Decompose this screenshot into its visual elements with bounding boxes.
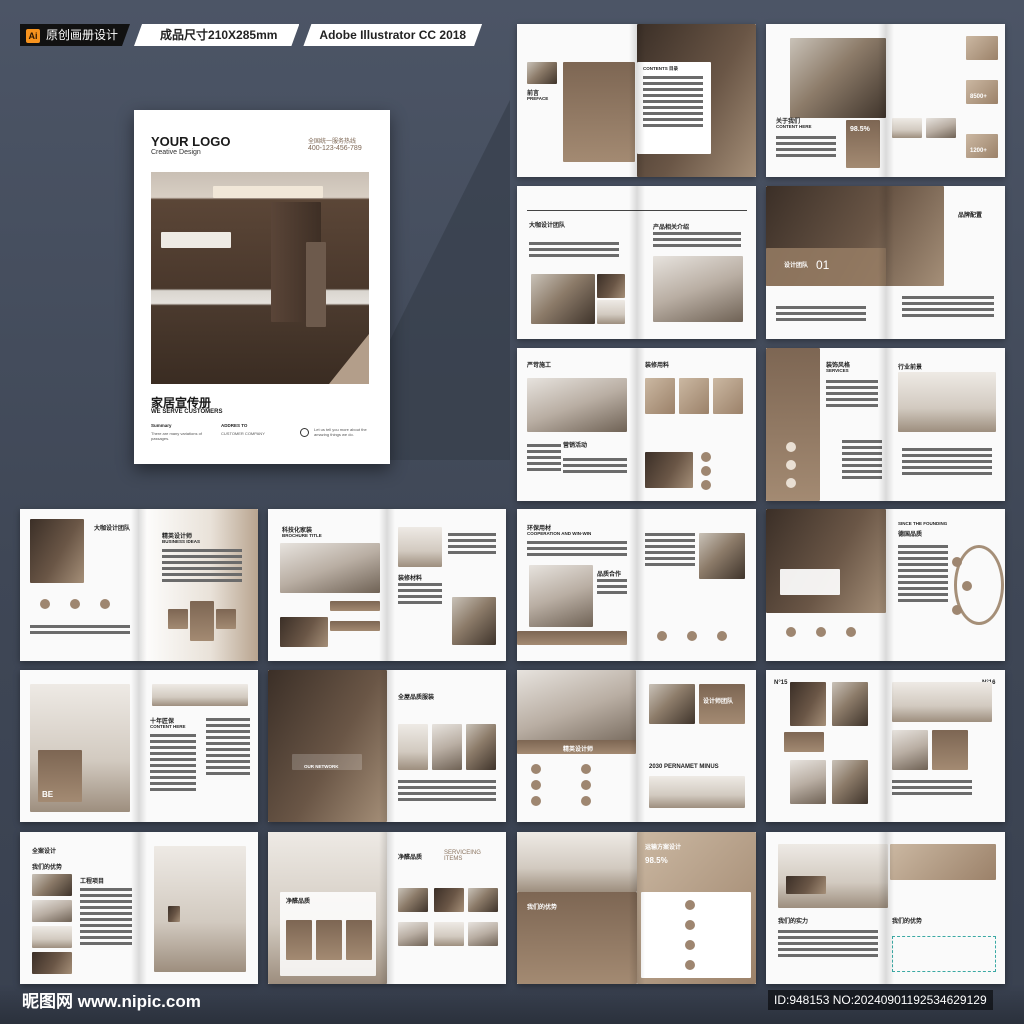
header-badge-3: Adobe Illustrator CC 2018 <box>303 24 482 46</box>
spread-subheading: 我们的优势 <box>892 919 923 925</box>
spread-label: 营销活动 <box>563 443 588 449</box>
spread-subheading: PREFACE <box>527 96 549 101</box>
spread-subheading: 设计师团队 <box>703 699 734 705</box>
spread-heading: 设计团队 <box>784 263 809 269</box>
spread-transport: 我们的优势 运输方案设计 98.5% <box>517 832 756 984</box>
header-bar: Ai 原创画册设计 成品尺寸210X285mm Adobe Illustrator… <box>20 24 482 46</box>
spread-label: BE <box>42 790 54 799</box>
spread-subheading: 净醛品质 <box>398 855 423 861</box>
cover-contact-label: 全国统一服务热线 <box>308 139 357 145</box>
spread-heading: 运输方案设计 <box>645 845 682 851</box>
spread-services: 装饰风格 SERVICES 行业前景 <box>766 348 1005 501</box>
address-label: ADDRES TO <box>221 423 248 428</box>
spread-heading: 全屋品质服装 <box>398 695 435 701</box>
cover-tagline: Let us tell you more about the amazing t… <box>314 427 367 437</box>
stat-value: 1200+ <box>970 148 987 154</box>
brochure-cover: YOUR LOGO Creative Design 全国统一服务热线 400-1… <box>134 110 390 464</box>
spread-full-design: 全案设计 我们的优势 工程项目 <box>20 832 258 984</box>
spread-about: 关于我们 CONTENT HERE 98.5% 8500+ 1200+ <box>766 24 1005 177</box>
ai-badge: Ai 原创画册设计 <box>20 24 130 46</box>
spread-subheading: 品牌配置 <box>958 213 983 219</box>
summary-text: There are many variations of passages. <box>151 431 202 441</box>
stat-value: 98.5% <box>645 856 668 865</box>
watermark-logo: 昵图网 www.nipic.com <box>22 992 201 1011</box>
header-badge-2: 成品尺寸210X285mm <box>134 24 299 46</box>
spread-strength: 我们的实力 我们的优势 <box>766 832 1005 984</box>
spread-number: 01 <box>816 258 830 272</box>
image-id-label: ID:948153 NO:20240901192534629129 <box>768 990 993 1010</box>
spread-subheading: 装修用料 <box>645 363 670 369</box>
spread-heading: 净醛品质 <box>286 899 311 905</box>
spread-subheading: BROCHURE TITLE <box>282 533 322 538</box>
illustrator-icon: Ai <box>26 29 40 43</box>
spread-heading: 大咖设计团队 <box>94 526 131 532</box>
spread-smart-home: 科技化家装 BROCHURE TITLE 装修材料 <box>268 509 506 661</box>
spread-subheading: SERVICES <box>826 368 849 373</box>
contents-title: CONTENTS 目录 <box>643 66 679 71</box>
spread-designers: 大咖设计团队 精英设计师 BUSINESS IDEAS <box>20 509 258 661</box>
cover-logo-sub: Creative Design <box>151 149 201 156</box>
spread-network: OUR NETWORK 全屋品质服装 <box>268 670 506 822</box>
spread-label: SERVICEING ITEMS <box>444 850 481 862</box>
spread-formaldehyde: 净醛品质 净醛品质 SERVICEING ITEMS <box>268 832 506 984</box>
info-icon <box>300 428 309 437</box>
spread-heading: 精英设计师 <box>563 747 594 753</box>
cover-phone: 400-123-456-789 <box>308 145 362 152</box>
spread-heading: 全案设计 <box>32 849 57 855</box>
page-number-left: N°15 <box>774 680 788 686</box>
spread-elite-designers: 精英设计师 设计师团队 2030 PERNAMET MINUS <box>517 670 756 822</box>
spread-preface: 前言 PREFACE CONTENTS 目录 <box>517 24 756 177</box>
spread-subheading: COOPERATION AND WIN-WIN <box>527 531 592 536</box>
spread-heading: 严苛施工 <box>527 363 552 369</box>
spread-subheading: CONTENT HERE <box>776 124 812 129</box>
spread-gallery: N°15 N°16 <box>766 670 1005 822</box>
spread-heading: 大咖设计团队 <box>529 223 566 229</box>
cover-subtitle: WE SERVE CUSTOMERS <box>151 409 223 415</box>
spread-subheading: 我们的优势 <box>527 905 558 911</box>
summary-label: Summary <box>151 423 172 428</box>
spread-ten-years: BE 十年匠保 CONTENT HERE <box>20 670 258 822</box>
spread-label: 2030 PERNAMET MINUS <box>649 764 719 770</box>
stat-value: 8500+ <box>970 94 987 100</box>
spread-brand: 设计团队 01 品牌配置 <box>766 186 1005 339</box>
spread-label: 装修材料 <box>398 576 423 582</box>
spread-label: 品质合作 <box>597 572 622 578</box>
spread-subheading: CONTENT HERE <box>150 724 186 729</box>
header-badge-1: 原创画册设计 <box>46 28 119 42</box>
spread-eco-materials: 环保用材 COOPERATION AND WIN-WIN 品质合作 <box>517 509 756 661</box>
spread-label: BUSINESS IDEAS <box>162 539 201 544</box>
spread-label: 工程项目 <box>80 879 105 885</box>
address-text: CUSTOMER COMPANY <box>221 431 265 436</box>
spread-team: 大咖设计团队 产品相关介绍 <box>517 186 756 339</box>
spread-heading: 德国品质 <box>898 532 923 538</box>
spread-subheading: 我们的优势 <box>32 865 63 871</box>
spread-subheading: 产品相关介绍 <box>653 225 690 231</box>
cover-photo <box>151 172 369 384</box>
spread-subheading: SINCE THE FOUNDING <box>898 521 948 526</box>
cover-logo: YOUR LOGO <box>151 134 231 149</box>
spread-construction: 严苛施工 营销活动 装修用料 <box>517 348 756 501</box>
spread-heading: 我们的实力 <box>778 919 809 925</box>
spread-label: 行业前景 <box>898 365 923 371</box>
spread-subheading: OUR NETWORK <box>304 764 339 769</box>
spread-german-quality: SINCE THE FOUNDING 德国品质 <box>766 509 1005 661</box>
stat-value: 98.5% <box>850 126 870 133</box>
